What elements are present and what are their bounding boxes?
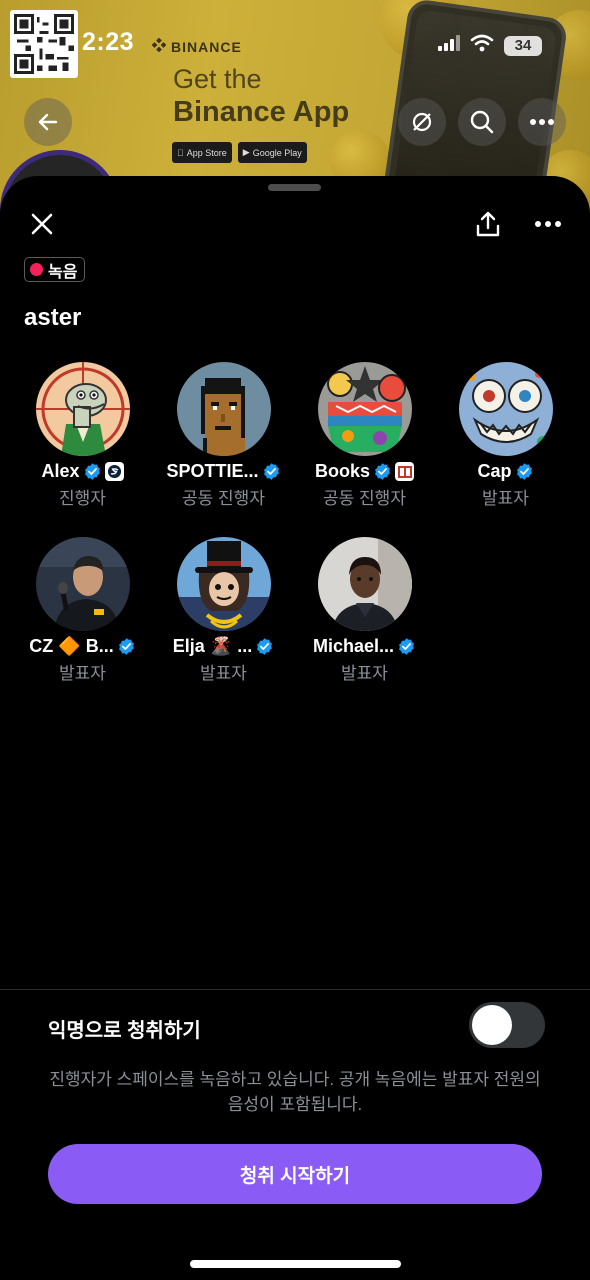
recording-badge: 녹음 [24,257,86,282]
google-play-label: Google Play [245,147,302,158]
participant-role: 발표자 [59,664,106,683]
wifi-icon [470,34,494,57]
verified-badge-icon [84,463,100,480]
participant-name-row: Cap [477,461,533,482]
brand-name: BINANCE [171,38,242,55]
share-icon [476,211,500,237]
play-icon: ▶ [243,147,250,158]
more-options-button[interactable] [530,206,566,242]
participant-name-row: CZ 🔶 B... [29,636,135,657]
close-button[interactable] [24,206,60,242]
space-sheet: 녹음 aster Alex 진행자 SPOTTIE... 공동 진행자 Book… [0,176,590,1280]
verified-badge-icon [399,638,414,655]
verified-badge-icon [263,463,279,480]
participant[interactable]: Books 공동 진행자 [294,362,435,509]
battery-indicator: 34 [504,35,542,56]
abstract-art-avatar [458,362,553,456]
store-badges:  App Store ▶ Google Play [172,142,307,163]
space-title: aster [24,304,82,331]
mute-button[interactable] [398,98,446,146]
participant-role: 발표자 [341,664,388,683]
signal-icon [438,35,460,56]
google-play-badge[interactable]: ▶ Google Play [237,142,307,163]
share-button[interactable] [470,206,506,242]
verified-badge-icon [257,638,273,655]
participant-name-row: Elja 🌋 ... [173,636,274,657]
app-store-badge[interactable]:  App Store [172,142,232,163]
participant-name: Michael... [312,636,395,656]
home-indicator [190,1260,401,1268]
participant[interactable]: CZ 🔶 B... 발표자 [12,537,153,684]
participant-role: 공동 진행자 [182,489,265,508]
participant-name-row: Books [315,461,414,482]
participant-name-row: Alex [41,461,124,482]
no-notification-icon [412,112,432,132]
participant-name: CZ 🔶 B... [29,636,114,656]
search-icon [470,110,494,134]
back-button[interactable] [24,98,72,146]
anonymous-listen-toggle[interactable] [469,1002,545,1048]
close-icon [31,213,53,235]
participant-name-row: Michael... [313,636,416,657]
colorful-art-avatar [317,362,412,456]
toggle-knob [472,1005,512,1045]
status-time: 2:23 [82,28,135,56]
recording-label: 녹음 [48,263,78,281]
participant-name: Elja 🌋 ... [172,636,253,656]
status-icons: 34 [438,34,542,57]
divider [0,989,590,990]
verified-badge-icon [118,638,134,655]
arrow-left-icon [38,113,58,131]
more-icon [535,221,561,227]
sheet-grabber[interactable] [268,184,321,191]
books-affiliate-icon [395,462,414,481]
speaker-photo-avatar [35,537,130,631]
search-button[interactable] [458,98,506,146]
participant-name: Cap [477,461,512,481]
portrait-photo-avatar [317,537,412,631]
participants-grid: Alex 진행자 SPOTTIE... 공동 진행자 Books 공동 진행자 … [12,362,580,684]
participant[interactable]: Alex 진행자 [12,362,153,509]
start-listening-button[interactable]: 청취 시작하기 [48,1144,542,1204]
app-store-label: App Store [180,147,227,158]
pixel-punk-avatar [176,362,271,456]
cartoon-dinosaur-avatar [35,362,130,456]
participant-name-row: SPOTTIE... [166,461,280,482]
participant-role: 발표자 [482,489,529,508]
participant-name: Alex [41,461,80,481]
recording-notice: 진행자가 스페이스를 녹음하고 있습니다. 공개 녹음에는 발표자 전원의 음성… [49,1070,541,1114]
participant[interactable]: SPOTTIE... 공동 진행자 [153,362,294,509]
participant-role: 공동 진행자 [323,489,406,508]
promo-line-1: Get the [173,64,262,94]
qr-code [10,10,78,78]
more-button-background[interactable] [518,98,566,146]
promo-line-2: Binance App [173,96,350,128]
participant-name: Books [314,461,370,481]
participant[interactable]: Cap 발표자 [435,362,576,509]
anonymous-listen-label: 익명으로 청취하기 [48,1020,201,1042]
top-hat-cartoon-avatar [176,537,271,631]
participant[interactable]: Michael... 발표자 [294,537,435,684]
affiliate-logo-icon [104,462,124,481]
more-icon [530,119,554,125]
participant-name: SPOTTIE... [166,461,259,481]
participant-role: 진행자 [59,489,106,508]
binance-brand: BINANCE [151,37,242,55]
binance-logo-icon [151,37,167,55]
verified-badge-icon [375,463,390,480]
participant-role: 발표자 [200,664,247,683]
verified-badge-icon [516,463,532,480]
apple-icon:  [177,148,184,158]
recording-dot-icon [30,263,43,276]
participant[interactable]: Elja 🌋 ... 발표자 [153,537,294,684]
